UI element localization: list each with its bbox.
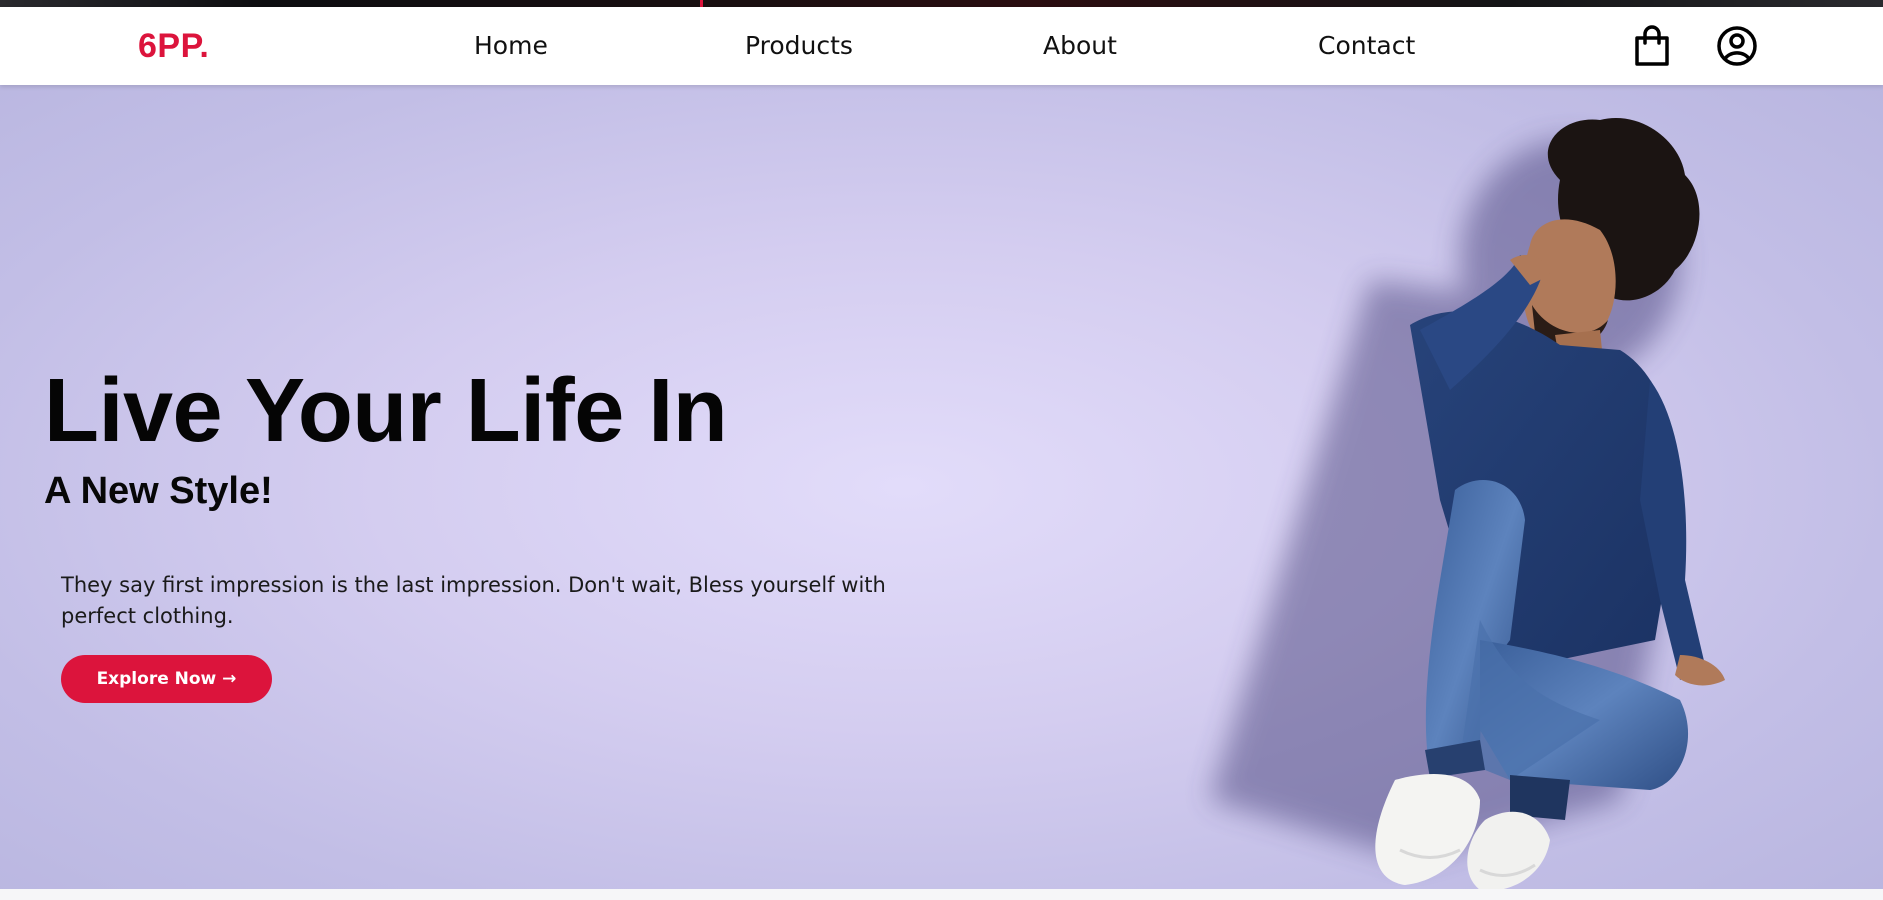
user-account-icon[interactable] xyxy=(1715,24,1759,68)
hero-section: Live Your Life In A New Style! They say … xyxy=(0,85,1883,889)
hero-model-image xyxy=(1210,118,1725,889)
shopping-bag-icon[interactable] xyxy=(1630,24,1674,68)
hero-description: They say first impression is the last im… xyxy=(61,573,886,628)
browser-top-strip xyxy=(0,0,1883,7)
nav-link-home[interactable]: Home xyxy=(474,31,548,60)
brand-logo[interactable]: 6PP. xyxy=(138,27,209,66)
nav-link-products[interactable]: Products xyxy=(745,31,853,60)
page-bottom-band xyxy=(0,889,1883,900)
nav-link-contact[interactable]: Contact xyxy=(1318,31,1415,60)
nav-link-about[interactable]: About xyxy=(1043,31,1117,60)
navbar: 6PP. Home Products About Contact xyxy=(0,7,1883,85)
hero-headline: Live Your Life In xyxy=(44,361,728,461)
explore-now-button[interactable]: Explore Now → xyxy=(61,655,272,703)
hero-subheadline: A New Style! xyxy=(44,470,273,512)
